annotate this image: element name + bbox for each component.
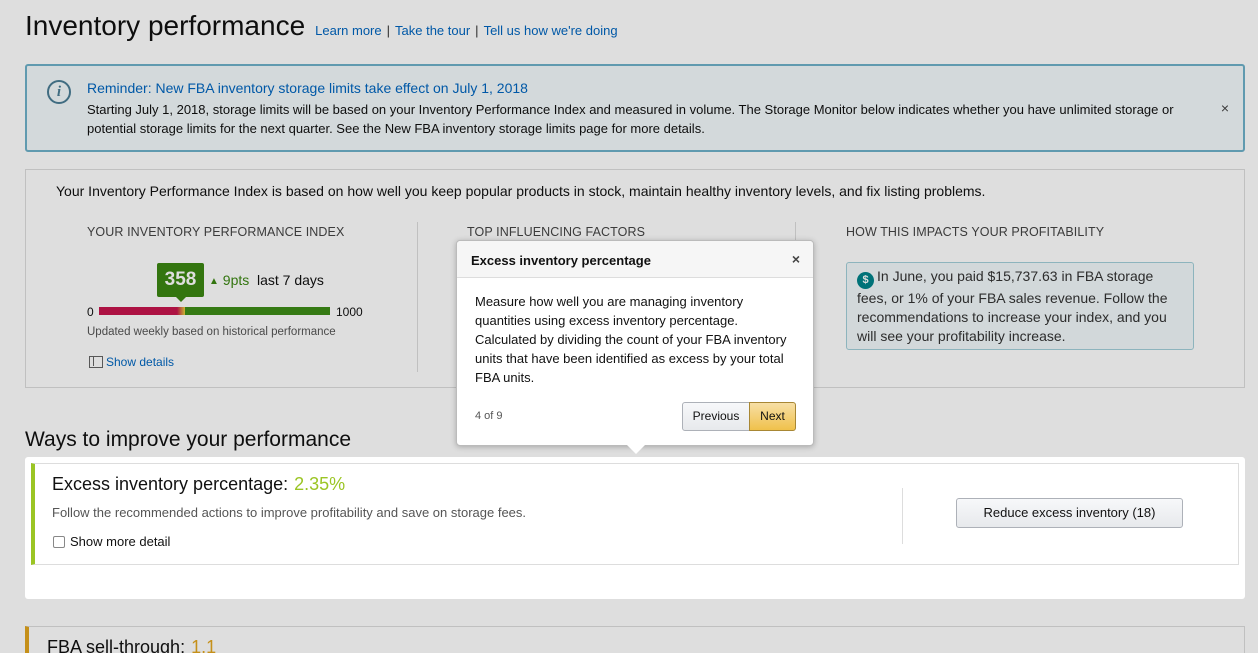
trend-period: last 7 days [257, 272, 324, 288]
bar-segment-yellow [177, 307, 185, 315]
show-more-detail-label: Show more detail [70, 534, 171, 549]
excess-percentage-value: 2.35% [294, 474, 346, 494]
details-panel-icon [89, 356, 103, 368]
page-title: Inventory performance [25, 10, 306, 41]
info-icon: i [47, 80, 71, 104]
show-details-link[interactable]: Show details [89, 355, 174, 369]
bar-segment-red [99, 307, 177, 315]
excess-inventory-card: Excess inventory percentage: 2.35% Follow… [25, 457, 1245, 599]
reminder-banner: i Reminder: New FBA inventory storage li… [25, 64, 1245, 152]
take-tour-link[interactable]: Take the tour [395, 23, 470, 38]
ipi-score-bar [99, 307, 330, 315]
profitability-impact-box: $ In June, you paid $15,737.63 in FBA sto… [846, 262, 1194, 350]
previous-button[interactable]: Previous [682, 402, 750, 431]
ipi-intro: Your Inventory Performance Index is base… [56, 183, 986, 199]
scale-min-label: 0 [87, 305, 94, 319]
page-header: Inventory performance Learn more | Take … [25, 10, 618, 42]
fba-sell-through-value: 1.1 [191, 637, 217, 653]
column-divider [417, 222, 418, 372]
trend-up-icon: ▲ [209, 276, 219, 287]
ways-section-title: Ways to improve your performance [25, 428, 352, 451]
ipi-score-badge: 358 [157, 263, 204, 302]
factors-column-heading: TOP INFLUENCING FACTORS [467, 225, 646, 239]
learn-more-link[interactable]: Learn more [315, 23, 381, 38]
popover-title: Excess inventory percentage [471, 253, 651, 268]
tour-popover: Excess inventory percentage × Measure ho… [456, 240, 814, 454]
impact-text: In June, you paid $15,737.63 in FBA stor… [857, 268, 1168, 344]
close-icon[interactable]: × [792, 251, 800, 267]
close-icon[interactable]: × [1221, 100, 1229, 116]
fba-sell-through-card: FBA sell-through: 1.1 [25, 626, 1245, 653]
fba-title-label: FBA sell-through: [47, 637, 186, 653]
next-button[interactable]: Next [749, 402, 796, 431]
reminder-title[interactable]: Reminder: New FBA inventory storage limi… [87, 80, 528, 96]
header-links: Learn more | Take the tour | Tell us how… [315, 23, 617, 38]
feedback-link[interactable]: Tell us how we're doing [484, 23, 618, 38]
trend-value: 9pts [222, 272, 250, 288]
popover-body: Measure how well you are managing invent… [475, 294, 787, 385]
dollar-icon: $ [857, 272, 874, 289]
excess-title-label: Excess inventory percentage: [52, 474, 289, 494]
scale-max-label: 1000 [336, 305, 363, 319]
fba-sell-through-title: FBA sell-through: 1.1 [47, 637, 216, 653]
profitability-column-heading: HOW THIS IMPACTS YOUR PROFITABILITY [846, 225, 1105, 239]
tour-step-indicator: 4 of 9 [475, 410, 503, 422]
link-separator: | [475, 23, 479, 38]
show-more-detail-toggle[interactable]: Show more detail [53, 534, 170, 549]
ipi-column-heading: YOUR INVENTORY PERFORMANCE INDEX [87, 225, 345, 239]
show-details-label: Show details [106, 355, 175, 369]
card-divider [902, 488, 903, 544]
excess-inventory-subtitle: Follow the recommended actions to improv… [52, 505, 527, 520]
excess-inventory-title: Excess inventory percentage: 2.35% [52, 474, 345, 495]
score-trend: ▲ 9pts [209, 272, 249, 288]
excess-inventory-card-inner: Excess inventory percentage: 2.35% Follow… [31, 463, 1239, 565]
bar-segment-green [185, 307, 330, 315]
reminder-body: Starting July 1, 2018, storage limits wi… [87, 102, 1174, 136]
link-separator: | [386, 23, 391, 38]
popover-header: Excess inventory percentage × [457, 241, 813, 278]
show-more-detail-checkbox[interactable] [53, 535, 65, 548]
popover-arrow [627, 445, 645, 454]
reduce-excess-inventory-button[interactable]: Reduce excess inventory (18) [956, 498, 1183, 528]
update-note: Updated weekly based on historical perfo… [87, 326, 336, 338]
